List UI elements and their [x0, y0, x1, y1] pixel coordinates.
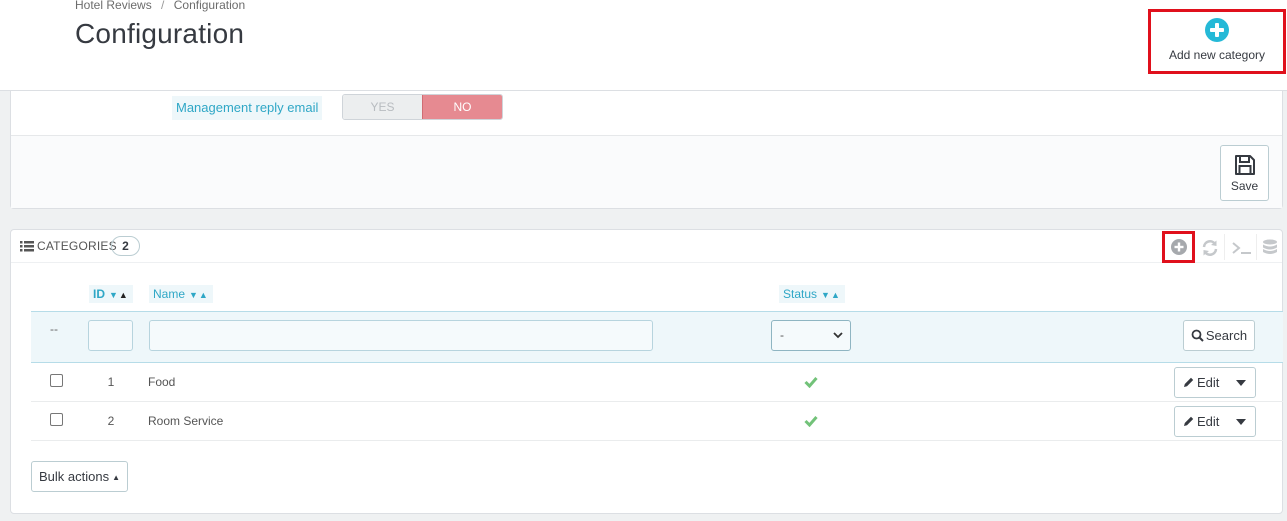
status-filter-value: -	[780, 328, 784, 342]
row-checkbox[interactable]	[50, 413, 63, 426]
name-filter-input[interactable]	[149, 320, 653, 351]
status-filter-select[interactable]: -	[771, 320, 851, 351]
edit-button[interactable]: Edit	[1175, 407, 1227, 436]
toolbar-divider	[1256, 234, 1257, 260]
table-row: 2 Room Service Edit	[31, 402, 1283, 441]
column-name-label: Name	[153, 287, 186, 301]
row-name: Room Service	[148, 414, 224, 428]
search-label: Search	[1205, 328, 1248, 343]
id-filter-input[interactable]	[88, 320, 133, 351]
management-reply-email-label: Management reply email	[172, 96, 323, 120]
sql-manager-button[interactable]	[1259, 237, 1281, 259]
toolbar-divider	[1224, 234, 1225, 260]
check-icon[interactable]	[804, 376, 818, 388]
table-row: 1 Food Edit	[31, 363, 1283, 402]
floppy-disk-icon	[1234, 155, 1255, 175]
filter-row: -- - Search	[31, 311, 1283, 363]
row-id: 1	[107, 375, 115, 389]
save-button[interactable]: Save	[1220, 145, 1269, 201]
column-header-status[interactable]: Status ▼▲	[779, 285, 845, 303]
bulk-actions-button[interactable]: Bulk actions ▲	[31, 461, 128, 492]
column-id-label: ID	[93, 287, 105, 301]
page-title: Configuration	[75, 18, 245, 49]
column-status-label: Status	[783, 287, 818, 301]
list-icon	[20, 241, 34, 252]
breadcrumb-parent[interactable]: Hotel Reviews	[75, 0, 152, 12]
filter-placeholder: --	[50, 322, 58, 336]
row-actions: Edit	[1174, 367, 1256, 398]
refresh-icon	[1202, 240, 1218, 256]
column-header-id[interactable]: ID ▼▲	[89, 285, 133, 303]
add-new-category-button[interactable]: Add new category	[1148, 9, 1286, 74]
edit-button[interactable]: Edit	[1175, 368, 1227, 397]
show-sql-button[interactable]	[1229, 237, 1255, 259]
sort-arrows[interactable]: ▼▲	[821, 290, 841, 300]
row-checkbox[interactable]	[50, 374, 63, 387]
caret-down-icon	[1236, 418, 1246, 425]
breadcrumb-separator: /	[161, 0, 165, 12]
add-category-tool-button[interactable]	[1162, 231, 1195, 263]
row-actions-dropdown[interactable]	[1227, 407, 1255, 436]
bulk-actions-label: Bulk actions	[38, 469, 110, 484]
row-name: Food	[148, 375, 176, 389]
settings-panel: Management reply email YES NO Save	[10, 91, 1283, 209]
page-header: Hotel Reviews / Configuration Configurat…	[0, 0, 1287, 91]
column-header-name[interactable]: Name ▼▲	[149, 285, 213, 303]
switch-no-option[interactable]: NO	[422, 95, 502, 119]
plus-circle-icon	[1170, 239, 1187, 255]
check-icon[interactable]	[804, 415, 818, 427]
terminal-icon	[1232, 242, 1251, 254]
sort-arrows[interactable]: ▼▲	[109, 290, 129, 300]
management-reply-email-switch[interactable]: YES NO	[342, 94, 503, 120]
pencil-icon	[1184, 416, 1194, 426]
categories-title: CATEGORIES	[37, 239, 117, 253]
breadcrumb: Hotel Reviews / Configuration	[75, 0, 245, 12]
sort-arrows[interactable]: ▼▲	[189, 290, 209, 300]
plus-circle-icon	[1205, 18, 1229, 42]
row-id: 2	[107, 414, 115, 428]
breadcrumb-current: Configuration	[173, 0, 246, 12]
row-actions: Edit	[1174, 406, 1256, 437]
categories-panel: CATEGORIES 2 ID ▼▲ Name ▼▲ Status ▼▲ -- …	[10, 229, 1283, 514]
switch-yes-option[interactable]: YES	[343, 95, 422, 119]
search-icon	[1191, 329, 1204, 342]
edit-label: Edit	[1197, 375, 1220, 390]
chevron-down-icon	[833, 332, 843, 339]
add-new-category-label: Add new category	[1168, 48, 1266, 62]
edit-label: Edit	[1197, 414, 1220, 429]
search-button[interactable]: Search	[1183, 320, 1255, 351]
categories-panel-heading: CATEGORIES 2	[11, 230, 1282, 263]
caret-down-icon	[1236, 379, 1246, 386]
row-actions-dropdown[interactable]	[1227, 368, 1255, 397]
refresh-list-button[interactable]	[1199, 237, 1221, 259]
caret-up-icon: ▲	[112, 473, 120, 482]
categories-count-badge: 2	[111, 236, 140, 256]
pencil-icon	[1184, 377, 1194, 387]
settings-panel-footer	[11, 135, 1282, 208]
database-icon	[1263, 239, 1277, 254]
save-label: Save	[1230, 179, 1259, 193]
